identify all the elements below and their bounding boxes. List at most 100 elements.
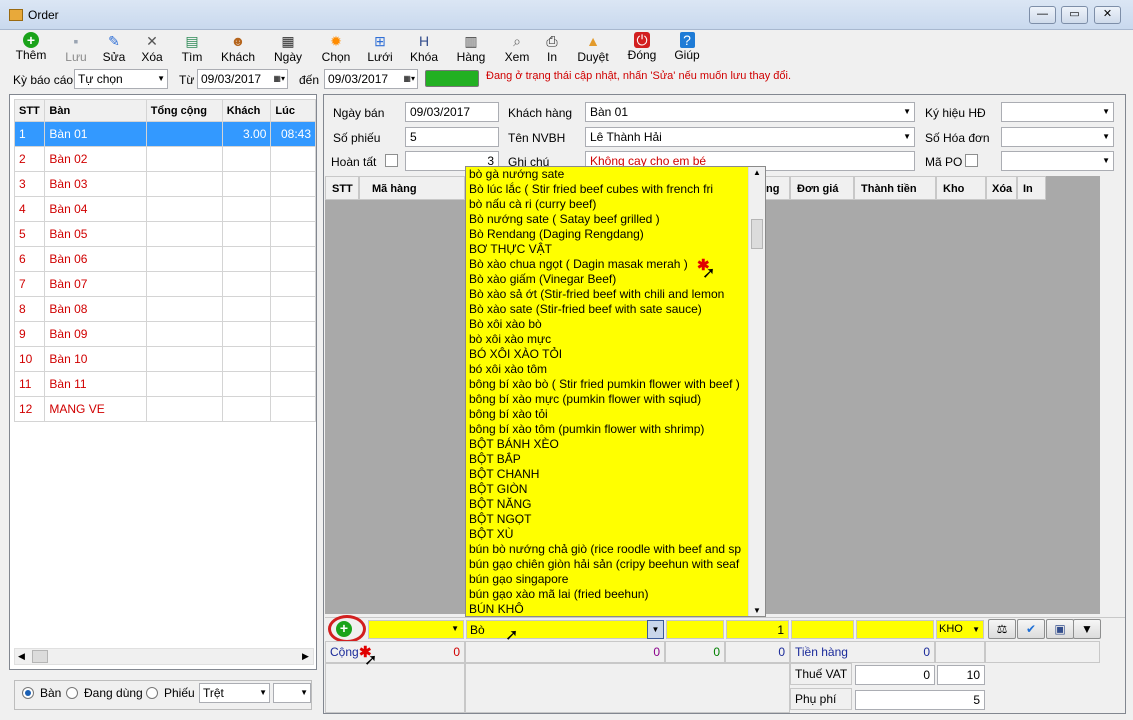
choose-button[interactable]: ✹ Chọn xyxy=(316,30,356,68)
warehouse-select[interactable]: KHO ▼ xyxy=(936,620,984,639)
dropdown-option[interactable]: bông bí xào bò ( Stir fried pumkin flowe… xyxy=(466,377,748,392)
table-list-header[interactable]: Khách xyxy=(221,99,272,122)
item-code-input[interactable]: ▼ xyxy=(368,620,464,639)
dropdown-toggle-button[interactable]: ▼ xyxy=(647,620,664,639)
unit-input[interactable] xyxy=(666,620,724,639)
sale-date-field[interactable]: 09/03/2017 xyxy=(405,102,499,122)
item-search-input[interactable]: Bò xyxy=(466,620,664,639)
dropdown-option[interactable]: Bò Rendang (Daging Rengdang) xyxy=(466,227,748,242)
horizontal-scrollbar[interactable]: ◀ ▶ xyxy=(14,648,314,665)
dropdown-option[interactable]: bông bí xào mực (pumkin flower with sqiu… xyxy=(466,392,748,407)
minimize-icon[interactable]: — xyxy=(1029,6,1056,24)
close-icon[interactable]: ✕ xyxy=(1094,6,1121,24)
approve-button[interactable]: ▲ Duyệt xyxy=(573,30,613,68)
radio-table[interactable] xyxy=(22,687,34,699)
dropdown-option[interactable]: bò xôi xào mực xyxy=(466,332,748,347)
customer-button[interactable]: ☻ Khách xyxy=(216,30,260,68)
add-row-button[interactable]: + xyxy=(336,621,352,637)
dropdown-option[interactable]: bò gà nướng sate xyxy=(466,167,748,182)
dropdown-option[interactable]: bún gạo xào mã lai (fried beehun) xyxy=(466,587,748,602)
quantity-input[interactable]: 1 xyxy=(726,620,789,639)
table-row[interactable]: 9 Bàn 09 xyxy=(13,321,316,347)
check-icon[interactable]: ✔ xyxy=(1017,619,1045,639)
dropdown-scroll-thumb[interactable] xyxy=(751,219,763,249)
dropdown-option[interactable]: bún gạo chiên giòn hải sản (cripy beehun… xyxy=(466,557,748,572)
table-row[interactable]: 8 Bàn 08 xyxy=(13,296,316,322)
print-button[interactable]: ⎙ In xyxy=(539,30,565,68)
dropdown-option[interactable]: BỘT NGỌT xyxy=(466,512,748,527)
table-list-header[interactable]: Lúc xyxy=(270,99,316,122)
dropdown-option[interactable]: Bò xôi xào bò xyxy=(466,317,748,332)
dropdown-option[interactable]: bó xôi xào tôm xyxy=(466,362,748,377)
maximize-icon[interactable]: ▭ xyxy=(1061,6,1088,24)
price-input[interactable] xyxy=(791,620,854,639)
dropdown-scrollbar[interactable]: ▲ ▼ xyxy=(748,167,765,616)
dropdown-option[interactable]: BỘT CHANH xyxy=(466,467,748,482)
dropdown-option[interactable]: BỘT BÁNH XÈO xyxy=(466,437,748,452)
table-list-header[interactable]: STT xyxy=(13,99,46,122)
add-button[interactable]: + Thêm xyxy=(12,30,50,68)
radio-in-use[interactable] xyxy=(66,687,78,699)
scroll-thumb[interactable] xyxy=(32,650,48,663)
table-list-header[interactable]: Bàn xyxy=(44,99,147,122)
dropdown-option[interactable]: Bò xào sả ớt (Stir-fried beef with chili… xyxy=(466,287,748,302)
staff-select[interactable]: Lê Thành Hải ▼ xyxy=(585,127,915,147)
vat-rate-field[interactable]: 10 xyxy=(937,665,985,685)
dropdown-option[interactable]: Bò lúc lắc ( Stir fried beef cubes with … xyxy=(466,182,748,197)
radio-ticket[interactable] xyxy=(146,687,158,699)
from-date-picker[interactable]: 09/03/2017 ▦▾ xyxy=(197,69,288,89)
dropdown-option[interactable]: BỘT NĂNG xyxy=(466,497,748,512)
po-checkbox[interactable] xyxy=(965,154,978,167)
edit-button[interactable]: ✎ Sửa xyxy=(98,30,130,68)
goods-button[interactable]: ▥ Hàng xyxy=(451,30,491,68)
item-dropdown-list[interactable]: bò gà nướng sate Bò lúc lắc ( Stir fried … xyxy=(465,166,766,617)
table-row[interactable]: 6 Bàn 06 xyxy=(13,246,316,272)
filter-icon[interactable]: ▼ xyxy=(1073,619,1101,639)
table-row[interactable]: 1 Bàn 01 3.00 08:43 xyxy=(13,121,316,147)
scroll-right-icon[interactable]: ▶ xyxy=(302,651,309,662)
dropdown-option[interactable]: BÚN KHÔ xyxy=(466,602,748,616)
scroll-down-icon[interactable]: ▼ xyxy=(753,606,761,615)
customer-select[interactable]: Bàn 01 ▼ xyxy=(585,102,915,122)
save-icon[interactable]: ▣ xyxy=(1046,619,1074,639)
table-row[interactable]: 5 Bàn 05 xyxy=(13,221,316,247)
save-button[interactable]: ▪ Lưu xyxy=(61,30,91,68)
dropdown-option[interactable]: BỘT GIÒN xyxy=(466,482,748,497)
dropdown-option[interactable]: bông bí xào tỏi xyxy=(466,407,748,422)
report-period-select[interactable]: Tự chọn ▼ xyxy=(74,69,168,89)
dropdown-option[interactable]: BỘT BẮP xyxy=(466,452,748,467)
dropdown-option[interactable]: BƠ THỰC VẬT xyxy=(466,242,748,257)
invoice-symbol-select[interactable]: ▼ xyxy=(1001,102,1114,122)
table-row[interactable]: 10 Bàn 10 xyxy=(13,346,316,372)
vat-amount-field[interactable]: 0 xyxy=(855,665,935,685)
table-row[interactable]: 4 Bàn 04 xyxy=(13,196,316,222)
date-button[interactable]: ▦ Ngày xyxy=(268,30,308,68)
dropdown-option[interactable]: bún bò nướng chả giò (rice roodle with b… xyxy=(466,542,748,557)
lock-button[interactable]: H Khóa xyxy=(405,30,443,68)
close-button[interactable]: ⏻ Đóng xyxy=(621,30,663,68)
view-button[interactable]: ⌕ Xem xyxy=(501,30,533,68)
table-row[interactable]: 7 Bàn 07 xyxy=(13,271,316,297)
find-button[interactable]: ▤ Tìm xyxy=(174,30,210,68)
extra-select[interactable]: ▼ xyxy=(273,683,311,703)
invoice-no-select[interactable]: ▼ xyxy=(1001,127,1114,147)
ticket-no-field[interactable]: 5 xyxy=(405,127,499,147)
help-button[interactable]: ? Giúp xyxy=(671,30,703,68)
done-checkbox[interactable] xyxy=(385,154,398,167)
table-row[interactable]: 3 Bàn 03 xyxy=(13,171,316,197)
table-row[interactable]: 11 Bàn 11 xyxy=(13,371,316,397)
delete-button[interactable]: ✕ Xóa xyxy=(137,30,167,68)
grid-button[interactable]: ⊞ Lưới xyxy=(362,30,398,68)
dropdown-option[interactable]: Bò xào sate (Stir-fried beef with sate s… xyxy=(466,302,748,317)
dropdown-option[interactable]: BÓ XÔI XÀO TỎI xyxy=(466,347,748,362)
dropdown-option[interactable]: bò nấu cà ri (curry beef) xyxy=(466,197,748,212)
dropdown-option[interactable]: bún gạo singapore xyxy=(466,572,748,587)
table-list-header[interactable]: Tổng cộng xyxy=(145,99,223,122)
scroll-left-icon[interactable]: ◀ xyxy=(18,651,25,662)
scroll-up-icon[interactable]: ▲ xyxy=(753,168,761,177)
to-date-picker[interactable]: 09/03/2017 ▦▾ xyxy=(324,69,418,89)
scale-icon[interactable]: ⚖ xyxy=(988,619,1016,639)
fee-field[interactable]: 5 xyxy=(855,690,985,710)
dropdown-option[interactable]: Bò nướng sate ( Satay beef grilled ) xyxy=(466,212,748,227)
floor-select[interactable]: Trệt ▼ xyxy=(199,683,270,703)
